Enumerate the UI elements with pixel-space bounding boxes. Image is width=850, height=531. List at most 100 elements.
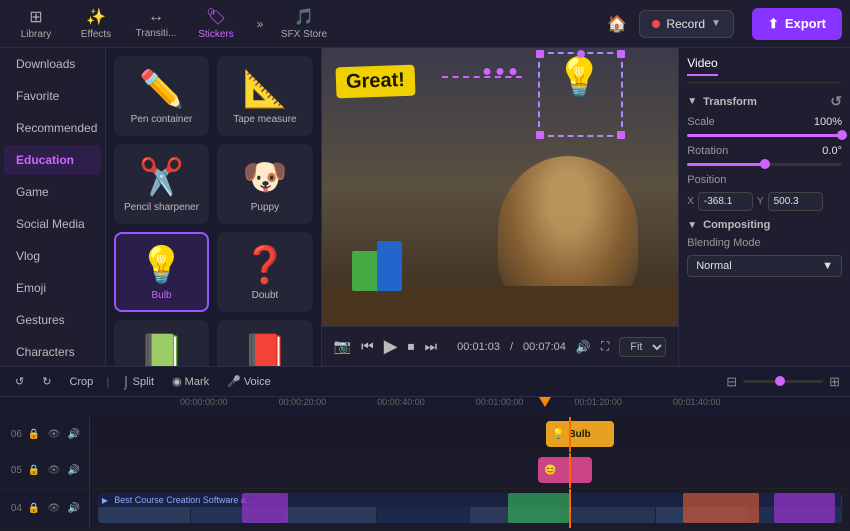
left-sidebar: Downloads Favorite Recommended Education… [0, 48, 106, 366]
tab-video[interactable]: Video [687, 56, 717, 76]
export-button[interactable]: ⬆ Export [752, 8, 842, 40]
pos-y-input[interactable] [768, 192, 823, 211]
track-04-lock[interactable]: 🔒 [26, 501, 42, 517]
volume-button[interactable]: 🔊 [576, 340, 591, 354]
track-06-content[interactable]: 💡 Bulb [90, 417, 850, 452]
track-chip-bulb[interactable]: 💡 Bulb [546, 421, 614, 447]
sidebar-item-social-media[interactable]: Social Media [4, 209, 101, 239]
tape-measure-label: Tape measure [233, 114, 296, 125]
selection-box [538, 52, 623, 137]
sidebar-item-education[interactable]: Education [4, 145, 101, 175]
more-tools-button[interactable]: » [248, 12, 272, 36]
undo-button[interactable]: ↺ [10, 373, 29, 390]
scale-slider[interactable] [687, 134, 842, 137]
sidebar-item-recommended[interactable]: Recommended [4, 113, 101, 143]
toolbar-sfx[interactable]: 🎵 SFX Store [276, 4, 332, 44]
video-track-label: ▶ Best Course Creation Software a... [102, 495, 771, 505]
redo-button[interactable]: ↻ [37, 373, 56, 390]
emoji-chip-icon: 😊 [544, 465, 556, 476]
zoom-in-button[interactable]: ⊞ [829, 374, 840, 390]
crop-button[interactable]: Crop [64, 374, 98, 390]
bulb-chip-label: Bulb [568, 429, 590, 440]
sticker-puppy[interactable]: 🐶 Puppy [217, 144, 312, 224]
track-06-audio[interactable]: 🔊 [66, 427, 82, 443]
sidebar-item-vlog[interactable]: Vlog [4, 241, 101, 271]
blend-mode-dropdown[interactable]: Normal ▼ [687, 255, 842, 277]
toolbar-library[interactable]: ⊞ Library [8, 4, 64, 44]
track-06-visible[interactable]: 👁 [46, 427, 62, 443]
track-05-controls: 05 🔒 👁 🔊 [0, 453, 90, 488]
time-current: 00:01:03 [457, 341, 500, 353]
prev-button[interactable]: ⏮ [361, 338, 374, 355]
transform-reset-button[interactable]: ↺ [830, 93, 842, 110]
blend-mode-row: Blending Mode [687, 237, 842, 249]
sidebar-item-emoji[interactable]: Emoji [4, 273, 101, 303]
segment-green [508, 493, 569, 523]
compositing-toggle[interactable]: ▼ [687, 220, 697, 231]
sidebar-item-game[interactable]: Game [4, 177, 101, 207]
blend-mode-value: Normal [696, 260, 731, 272]
track-05-lock[interactable]: 🔒 [26, 463, 42, 479]
sticker-pen-container[interactable]: ✏️ Pen container [114, 56, 209, 136]
export-icon: ⬆ [768, 16, 779, 32]
great-sticker: Great! [335, 65, 415, 99]
track-06-lock[interactable]: 🔒 [26, 427, 42, 443]
zoom-slider[interactable] [743, 380, 823, 383]
sticker-bulb[interactable]: 💡 Bulb [114, 232, 209, 312]
sticker-doubt[interactable]: ❓ Doubt [217, 232, 312, 312]
timeline-area: 00:00:00:00 00:00:20:00 00:00:40:00 00:0… [0, 397, 850, 529]
position-inputs: X Y [687, 192, 842, 211]
track-05-audio[interactable]: 🔊 [66, 463, 82, 479]
stickers-panel: ✏️ Pen container 📐 Tape measure ✂️ Penci… [106, 48, 322, 366]
bulb-label: Bulb [152, 290, 172, 301]
stop-button[interactable]: ⏹ [408, 338, 415, 355]
scale-row: Scale 100% [687, 116, 842, 128]
export-label: Export [785, 16, 826, 31]
puppy-label: Puppy [251, 202, 279, 213]
track-06-number: 06 [6, 429, 22, 440]
toolbar-effects[interactable]: ✨ Effects [68, 4, 124, 44]
toolbar-transitions[interactable]: ↔ Transiti... [128, 4, 184, 44]
transitions-icon: ↔ [148, 8, 164, 26]
track-chip-emoji[interactable]: 😊 [538, 457, 591, 483]
track-05-visible[interactable]: 👁 [46, 463, 62, 479]
track-04-visible[interactable]: 👁 [46, 501, 62, 517]
sidebar-item-favorite[interactable]: Favorite [4, 81, 101, 111]
fullscreen-button[interactable]: ⛶ [601, 339, 609, 354]
home-icon[interactable]: 🏠 [607, 14, 627, 34]
voice-button[interactable]: 🎤 Voice [222, 373, 276, 390]
sticker-book1[interactable]: 📗 Book 1 [114, 320, 209, 366]
track-04-audio[interactable]: 🔊 [66, 501, 82, 517]
screenshot-button[interactable]: 📷 [334, 338, 351, 355]
stickers-icon: 🏷 [206, 7, 226, 27]
rotation-slider[interactable] [687, 163, 842, 166]
toolbar-sfx-label: SFX Store [281, 29, 327, 40]
next-button[interactable]: ⏭ [425, 338, 438, 355]
toolbar-stickers[interactable]: 🏷 Stickers [188, 4, 244, 44]
toolbar-transitions-label: Transiti... [136, 28, 177, 39]
track-04-content[interactable]: ▶ Best Course Creation Software a... [90, 489, 850, 528]
video-controls: 📷 ⏮ ▶ ⏹ ⏭ 00:01:03 / 00:07:04 🔊 ⛶ Fit [322, 326, 679, 366]
sticker-book2[interactable]: 📕 Book 2 [217, 320, 312, 366]
right-panel: Video ▼ Transform ↺ Scale 100% Rotation … [678, 48, 850, 366]
split-button[interactable]: ⌡ Split [117, 373, 159, 391]
rotation-row: Rotation 0.0° [687, 145, 842, 157]
play-button[interactable]: ▶ [384, 336, 398, 357]
pos-x-input[interactable] [698, 192, 753, 211]
stickers-grid: ✏️ Pen container 📐 Tape measure ✂️ Penci… [114, 56, 313, 366]
record-button[interactable]: Record ▼ [639, 10, 734, 38]
mark-button[interactable]: ◉ Mark [167, 373, 214, 390]
transform-title: Transform [703, 96, 757, 108]
sticker-pencil-sharpener[interactable]: ✂️ Pencil sharpener [114, 144, 209, 224]
video-area[interactable]: Great! 💡 [322, 48, 679, 326]
transform-toggle[interactable]: ▼ [687, 96, 697, 107]
top-toolbar: ⊞ Library ✨ Effects ↔ Transiti... 🏷 Stic… [0, 0, 850, 48]
sidebar-item-gestures[interactable]: Gestures [4, 305, 101, 335]
sidebar-item-characters[interactable]: Characters [4, 337, 101, 366]
track-05-content[interactable]: 😊 [90, 453, 850, 488]
playhead-line-05 [569, 453, 571, 488]
sidebar-item-downloads[interactable]: Downloads [4, 49, 101, 79]
sticker-tape-measure[interactable]: 📐 Tape measure [217, 56, 312, 136]
zoom-out-button[interactable]: ⊟ [726, 374, 737, 390]
fit-select[interactable]: Fit [619, 337, 666, 357]
